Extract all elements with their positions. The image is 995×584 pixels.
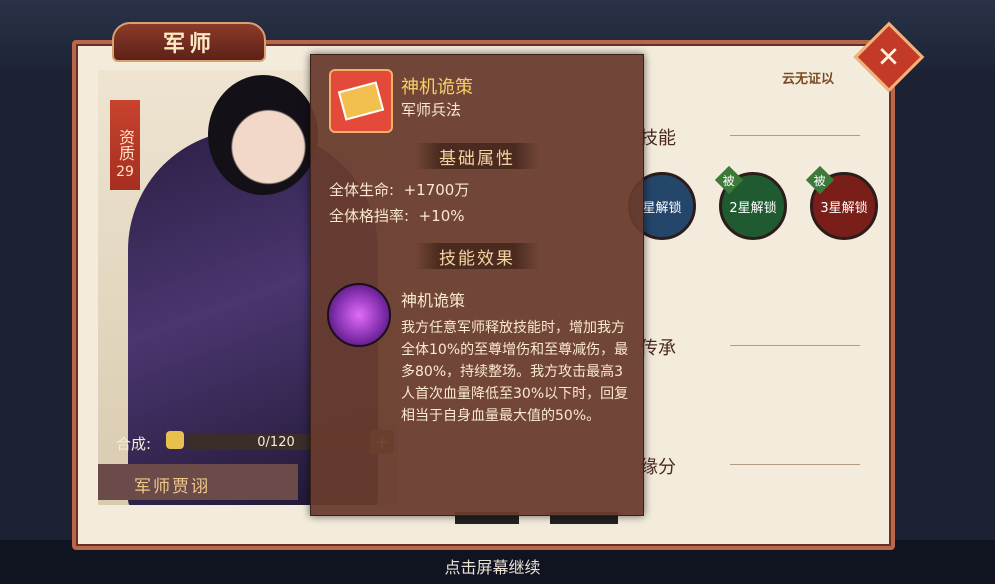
tooltip-name: 神机诡策: [401, 77, 473, 98]
strategy-book-icon: [329, 69, 393, 133]
synthesis-label: 合成:: [116, 435, 152, 453]
effect-name: 神机诡策: [401, 291, 466, 310]
skill-slot-label: 星解锁: [642, 200, 682, 216]
effect-description: 我方任意军师释放技能时，增加我方全体10%的至尊增伤和至尊减伤，最多80%，持续…: [401, 320, 629, 424]
skill-tooltip: 神机诡策 军师兵法 基础属性 全体生命: +1700万 全体格挡率: +10% …: [310, 54, 644, 516]
base-attributes-heading: 基础属性: [415, 143, 539, 169]
aptitude-value: 29: [116, 164, 134, 180]
puzzle-piece-icon: [166, 431, 184, 449]
stat-value: +10%: [418, 207, 465, 225]
stat-block: 全体格挡率: +10%: [329, 205, 465, 226]
skill-slot-label: 2星解锁: [729, 200, 777, 216]
section-divider: [730, 345, 860, 346]
section-fate: 缘分: [640, 457, 676, 478]
star-label: 云无证以: [782, 72, 835, 87]
stat-value: +1700万: [403, 181, 470, 199]
stat-label: 全体格挡率:: [329, 207, 410, 225]
skill-slot-label: 3星解锁: [820, 200, 868, 216]
panel-title: 军师: [112, 22, 266, 62]
stat-hp: 全体生命: +1700万: [329, 179, 469, 200]
tooltip-type: 军师兵法: [401, 101, 462, 119]
tap-to-continue[interactable]: 点击屏幕继续: [0, 554, 985, 578]
close-icon: ✕: [877, 40, 901, 74]
section-divider: [730, 464, 860, 465]
section-skill: 技能: [640, 128, 676, 149]
hero-name: 军师贾诩: [134, 477, 210, 497]
skill-effect-heading: 技能效果: [415, 243, 539, 269]
section-inherit: 传承: [640, 338, 676, 359]
hero-head: [208, 75, 318, 195]
stat-label: 全体生命:: [329, 181, 395, 199]
section-divider: [730, 135, 860, 136]
purple-orb-icon: [327, 283, 391, 347]
